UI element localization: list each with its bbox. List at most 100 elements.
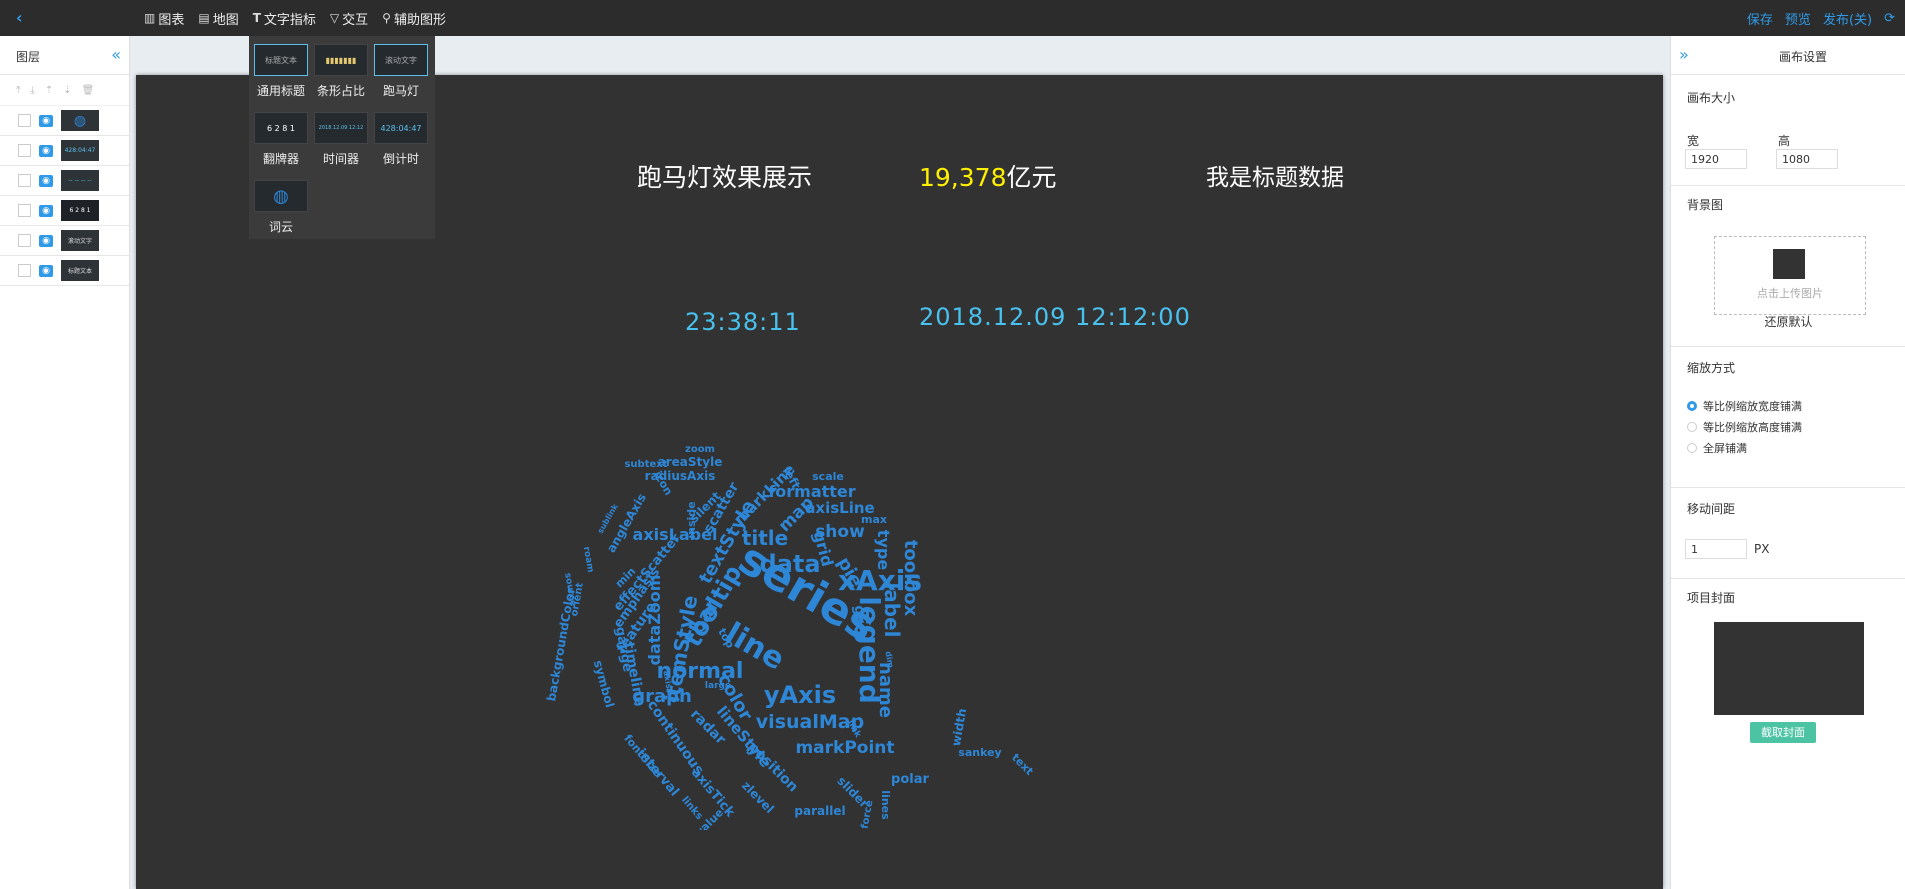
height-input[interactable]: 1080 xyxy=(1776,149,1838,169)
delete-icon[interactable]: 🗑 xyxy=(82,85,95,96)
word-cloud-word: parallel xyxy=(794,804,845,818)
menu-interaction[interactable]: ▽ 交互 xyxy=(330,9,368,28)
dropdown-item-general-title[interactable]: 标题文本 通用标题 xyxy=(253,44,309,99)
preview-button[interactable]: 预览 xyxy=(1785,9,1811,28)
canvas-settings-panel: » 画布设置 画布大小 宽 高 1920 1080 背景图 点击上传图片 还原默… xyxy=(1670,36,1905,889)
word-cloud-word: sankey xyxy=(958,746,1001,759)
canvas-size-section: 画布大小 宽 高 1920 1080 xyxy=(1671,75,1905,186)
word-cloud-word: max xyxy=(861,513,887,526)
move-top-icon[interactable]: ⤒ xyxy=(16,85,20,96)
dropdown-item-timer[interactable]: 2018.12.09 12:12 时间器 xyxy=(313,112,369,167)
word-cloud-word: lines xyxy=(879,790,892,820)
text-icon: T xyxy=(252,11,261,25)
restore-default-button[interactable]: 还原默认 xyxy=(1671,313,1905,330)
width-input[interactable]: 1920 xyxy=(1685,149,1747,169)
word-cloud-word: symbol xyxy=(591,659,617,709)
layer-checkbox[interactable] xyxy=(18,144,31,157)
collapse-left-icon[interactable]: « xyxy=(111,45,121,64)
dropdown-item-countdown[interactable]: 428:04:47 倒计时 xyxy=(373,112,429,167)
capture-cover-button[interactable]: 截取封面 xyxy=(1750,722,1816,743)
publish-button[interactable]: 发布(关) xyxy=(1823,9,1872,28)
layer-row[interactable]: ◉ -- -- -- -- xyxy=(0,166,129,196)
layer-row[interactable]: ◉ ◍ xyxy=(0,106,129,136)
back-icon[interactable]: ‹ xyxy=(16,10,30,26)
timer-display[interactable]: 2018.12.09 12:12:00 xyxy=(919,303,1191,331)
scale-label: 缩放方式 xyxy=(1687,361,1736,375)
scale-option-height[interactable]: 等比例缩放高度铺满 xyxy=(1687,419,1802,435)
save-button[interactable]: 保存 xyxy=(1747,9,1773,28)
refresh-icon[interactable]: ⟳ xyxy=(1884,11,1895,26)
word-cloud-word: yAxis xyxy=(764,681,836,709)
word-cloud-word: text xyxy=(1009,751,1036,778)
eye-icon[interactable]: ◉ xyxy=(39,174,53,187)
wordcloud-thumb-icon: ◍ xyxy=(73,112,87,129)
word-cloud-word: roam xyxy=(581,546,595,573)
eye-icon[interactable]: ◉ xyxy=(39,264,53,277)
word-cloud-word: name xyxy=(875,662,896,718)
dropdown-item-label: 通用标题 xyxy=(256,84,305,98)
eye-icon[interactable]: ◉ xyxy=(39,204,53,217)
layer-row[interactable]: ◉ 6 2 8 1 xyxy=(0,196,129,226)
bar-ratio-thumb: ▮▮▮▮▮▮▮ xyxy=(314,44,368,76)
move-input[interactable]: 1 xyxy=(1685,539,1747,559)
menu-label: 文字指标 xyxy=(263,12,316,28)
marquee-text[interactable]: 跑马灯效果展示 xyxy=(637,158,812,194)
shape-icon: ⚲ xyxy=(382,11,391,25)
radio[interactable] xyxy=(1687,422,1697,432)
countdown-display[interactable]: 23:38:11 xyxy=(685,308,801,336)
menu-map[interactable]: ▤ 地图 xyxy=(198,9,238,28)
layer-checkbox[interactable] xyxy=(18,234,31,247)
text-indicator-dropdown: 标题文本 通用标题 ▮▮▮▮▮▮▮ 条形占比 滚动文字 跑马灯 6 2 8 1 翻牌器 … xyxy=(249,36,435,239)
move-section: 移动间距 1 PX xyxy=(1671,488,1905,579)
layer-checkbox[interactable] xyxy=(18,114,31,127)
cover-label: 项目封面 xyxy=(1687,591,1736,605)
layer-panel: 图层 « ⤒ ⤓ ⇡ ⇣ 🗑 ◉ ◍ ◉ 428:04:47 ◉ -- -- -- -… xyxy=(0,36,130,889)
menu-chart[interactable]: ▥ 图表 xyxy=(144,9,184,28)
word-cloud-word: large xyxy=(705,681,731,691)
word-cloud[interactable]: seriesxAxislegendlinetooltip datayAxisnor… xyxy=(500,410,1100,830)
settings-title: 画布设置 xyxy=(1779,50,1828,64)
layer-checkbox[interactable] xyxy=(18,264,31,277)
eye-icon[interactable]: ◉ xyxy=(39,114,53,127)
radio[interactable] xyxy=(1687,443,1697,453)
scale-option-width[interactable]: 等比例缩放宽度铺满 xyxy=(1687,398,1802,414)
scale-section: 缩放方式 等比例缩放宽度铺满 等比例缩放高度铺满 全屏铺满 xyxy=(1671,347,1905,488)
word-cloud-word: inside xyxy=(685,501,698,538)
word-cloud-word: fontSize xyxy=(621,732,664,779)
eye-icon[interactable]: ◉ xyxy=(39,144,53,157)
dropdown-item-label: 词云 xyxy=(268,220,293,234)
radio-selected[interactable] xyxy=(1687,401,1697,411)
component-menu: ▥ 图表 ▤ 地图 T 文字指标 ▽ 交互 ⚲ 辅助图形 xyxy=(144,0,446,36)
layer-row[interactable]: ◉ 标题文本 xyxy=(0,256,129,286)
dropdown-item-flipper[interactable]: 6 2 8 1 翻牌器 xyxy=(253,112,309,167)
scale-option-fullscreen[interactable]: 全屏铺满 xyxy=(1687,440,1747,456)
move-bottom-icon[interactable]: ⤓ xyxy=(30,85,34,96)
dropdown-item-marquee[interactable]: 滚动文字 跑马灯 xyxy=(373,44,429,99)
layer-panel-title: 图层 xyxy=(16,50,41,64)
cover-preview xyxy=(1714,622,1864,715)
upload-hint: 点击上传图片 xyxy=(1757,287,1823,300)
title-data-text[interactable]: 我是标题数据 xyxy=(1206,158,1344,192)
layer-checkbox[interactable] xyxy=(18,204,31,217)
background-upload[interactable]: 点击上传图片 xyxy=(1714,236,1866,315)
money-value: 19,378 xyxy=(919,163,1007,192)
menu-text-indicator[interactable]: T 文字指标 xyxy=(253,9,316,28)
layer-row[interactable]: ◉ 滚动文字 xyxy=(0,226,129,256)
eye-icon[interactable]: ◉ xyxy=(39,234,53,247)
collapse-right-icon[interactable]: » xyxy=(1679,45,1689,64)
dropdown-item-wordcloud[interactable]: ◍ 词云 xyxy=(253,180,309,235)
layer-row[interactable]: ◉ 428:04:47 xyxy=(0,136,129,166)
word-cloud-word: zlevel xyxy=(739,778,777,816)
money-indicator[interactable]: 19,378亿元 xyxy=(919,158,1057,194)
layer-checkbox[interactable] xyxy=(18,174,31,187)
menu-label: 辅助图形 xyxy=(393,12,446,28)
move-down-icon[interactable]: ⇣ xyxy=(63,85,71,96)
layer-thumb-wordcloud: ◍ xyxy=(61,110,99,131)
background-label: 背景图 xyxy=(1687,198,1724,212)
move-up-icon[interactable]: ⇡ xyxy=(45,85,53,96)
layer-tools: ⤒ ⤓ ⇡ ⇣ 🗑 xyxy=(0,75,129,106)
menu-shape[interactable]: ⚲ 辅助图形 xyxy=(382,9,446,28)
word-cloud-word: data xyxy=(759,550,820,578)
dropdown-item-bar-ratio[interactable]: ▮▮▮▮▮▮▮ 条形占比 xyxy=(313,44,369,99)
canvas-size-label: 画布大小 xyxy=(1687,91,1736,105)
